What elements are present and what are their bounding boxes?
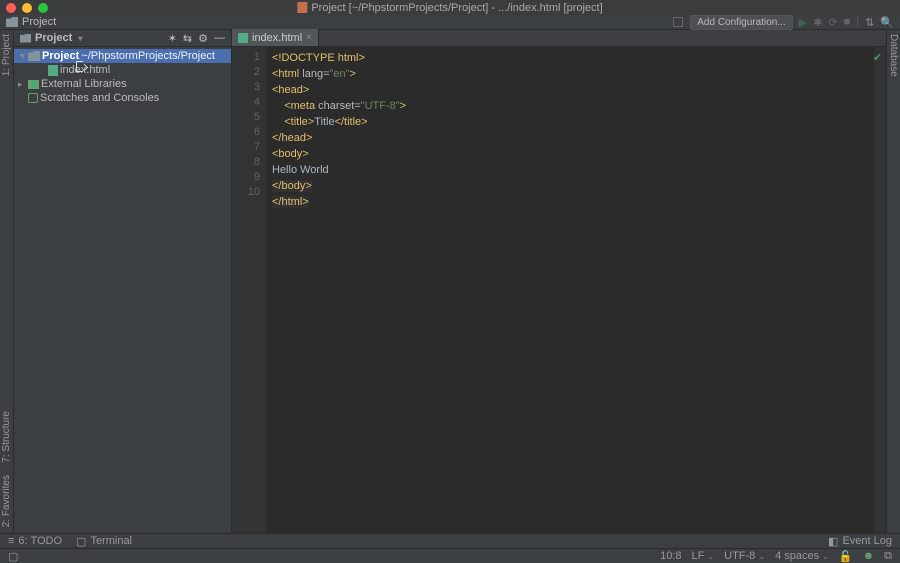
- tree-scratch-label: Scratches and Consoles: [40, 92, 159, 104]
- tool-structure[interactable]: 7: Structure: [1, 411, 12, 463]
- tool-event-log[interactable]: ◧Event Log: [828, 535, 892, 548]
- tree-project-root[interactable]: ▼ Project ~/PhpstormProjects/Project: [14, 49, 231, 63]
- status-encoding[interactable]: UTF-8 ⌄: [724, 550, 765, 562]
- sidebar-title[interactable]: Project: [35, 32, 72, 44]
- folder-icon: [20, 34, 31, 43]
- tool-terminal[interactable]: ▢Terminal: [76, 535, 132, 548]
- status-bar: ▢ 10:8 LF ⌄ UTF-8 ⌄ 4 spaces ⌄ 🔓 ☻ ⧉: [0, 548, 900, 563]
- folder-icon: [6, 17, 18, 27]
- coverage-icon[interactable]: ⟳: [828, 16, 837, 29]
- tab-label: index.html: [252, 32, 302, 44]
- right-tool-gutter: Database: [886, 30, 900, 533]
- status-indent[interactable]: 4 spaces ⌄: [775, 550, 829, 562]
- editor-body[interactable]: 12345678910 <!DOCTYPE html> <html lang="…: [232, 47, 886, 533]
- tool-favorites[interactable]: 2: Favorites: [1, 475, 12, 527]
- debug-icon[interactable]: ✱: [813, 16, 822, 29]
- inspection-ok-icon[interactable]: ✔: [873, 51, 882, 64]
- code-content[interactable]: <!DOCTYPE html> <html lang="en"> <head> …: [266, 47, 874, 533]
- tree-file-index[interactable]: index.html: [14, 63, 231, 77]
- terminal-icon: ▢: [76, 535, 86, 548]
- tool-todo[interactable]: ≡6: TODO: [8, 535, 62, 547]
- run-icon[interactable]: ▶: [799, 16, 807, 29]
- navigation-bar: Project Add Configuration... ▶ ✱ ⟳ ■ | ⇅…: [0, 15, 900, 30]
- close-window-icon[interactable]: [6, 3, 16, 13]
- status-memory-icon[interactable]: ⧉: [884, 550, 892, 563]
- tool-project[interactable]: 1: Project: [1, 34, 12, 76]
- status-line-ending[interactable]: LF ⌄: [692, 550, 715, 562]
- tree-scratches[interactable]: Scratches and Consoles: [14, 91, 231, 105]
- window-title: Project [~/PhpstormProjects/Project] - .…: [297, 2, 602, 14]
- project-sidebar: Project ▾ ✶ ⇆ ⚙ — ▼ Project ~/PhpstormPr…: [14, 30, 232, 533]
- collapse-icon[interactable]: ⇆: [183, 32, 192, 45]
- tree-root-name: Project: [42, 50, 79, 62]
- line-gutter: 12345678910: [232, 47, 266, 533]
- status-caret-pos[interactable]: 10:8: [660, 550, 681, 562]
- tree-root-path: ~/PhpstormProjects/Project: [81, 50, 215, 62]
- add-configuration-button[interactable]: Add Configuration...: [690, 15, 792, 30]
- chevron-down-icon[interactable]: ▾: [78, 34, 82, 43]
- minimize-window-icon[interactable]: [22, 3, 32, 13]
- expand-icon[interactable]: ▼: [18, 51, 26, 61]
- main-area: 1: Project 7: Structure 2: Favorites Pro…: [0, 30, 900, 533]
- tree-external-libs[interactable]: ▸ External Libraries: [14, 77, 231, 91]
- update-icon[interactable]: ⇅: [865, 16, 874, 29]
- editor-marker-strip[interactable]: [874, 47, 886, 533]
- folder-icon: [28, 51, 40, 61]
- html-file-icon: [48, 65, 58, 76]
- status-inspection-icon[interactable]: ☻: [863, 550, 875, 562]
- window-title-text: Project [~/PhpstormProjects/Project] - .…: [311, 2, 602, 14]
- scratch-icon: [28, 93, 38, 103]
- gear-icon[interactable]: ⚙: [198, 32, 208, 45]
- tree-libs-label: External Libraries: [41, 78, 127, 90]
- bottom-toolbar: ≡6: TODO ▢Terminal ◧Event Log: [0, 533, 900, 548]
- library-icon: [28, 80, 39, 89]
- status-left-icon[interactable]: ▢: [8, 550, 18, 563]
- build-icon[interactable]: [672, 16, 684, 28]
- zoom-window-icon[interactable]: [38, 3, 48, 13]
- locate-icon[interactable]: ✶: [168, 32, 177, 45]
- search-icon[interactable]: 🔍: [880, 16, 894, 29]
- status-readonly-icon[interactable]: 🔓: [839, 550, 853, 563]
- expand-icon[interactable]: ▸: [18, 79, 26, 90]
- project-tree[interactable]: ▼ Project ~/PhpstormProjects/Project ind…: [14, 47, 231, 107]
- editor-area: index.html × 12345678910 <!DOCTYPE html>…: [232, 30, 886, 533]
- file-icon: [297, 2, 307, 13]
- eventlog-icon: ◧: [828, 535, 838, 548]
- window-titlebar: Project [~/PhpstormProjects/Project] - .…: [0, 0, 900, 15]
- stop-icon[interactable]: ■: [844, 16, 851, 28]
- tree-file-label: index.html: [60, 64, 110, 76]
- sidebar-header: Project ▾ ✶ ⇆ ⚙ —: [14, 30, 231, 47]
- hide-icon[interactable]: —: [214, 32, 225, 44]
- breadcrumb-project[interactable]: Project: [22, 16, 56, 28]
- tool-database[interactable]: Database: [888, 34, 899, 77]
- todo-icon: ≡: [8, 535, 14, 547]
- traffic-lights: [6, 3, 48, 13]
- left-tool-gutter: 1: Project 7: Structure 2: Favorites: [0, 30, 14, 533]
- close-tab-icon[interactable]: ×: [306, 32, 312, 43]
- html-file-icon: [238, 33, 248, 43]
- editor-tabs: index.html ×: [232, 30, 886, 47]
- tab-index-html[interactable]: index.html ×: [232, 29, 319, 46]
